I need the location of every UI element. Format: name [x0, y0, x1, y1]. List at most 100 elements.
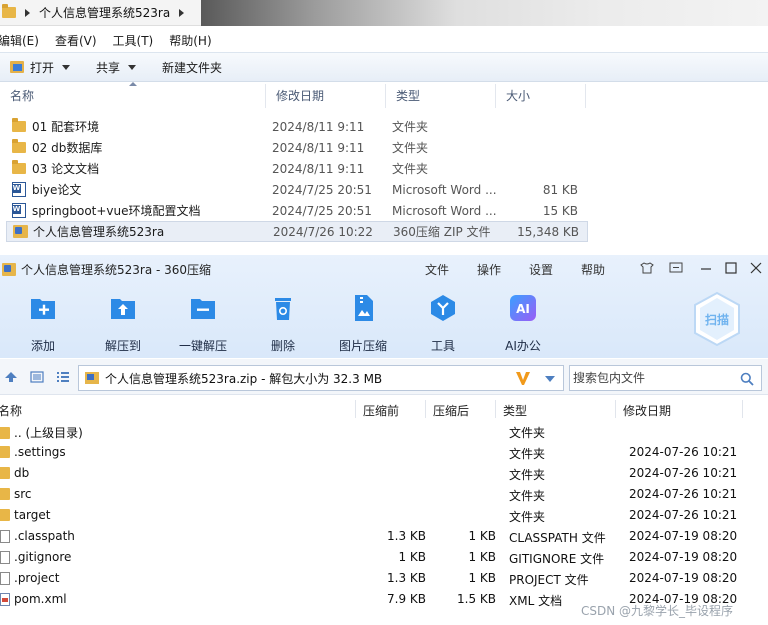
entry-size-after: 1 KB [468, 550, 496, 564]
explorer-file-list: 01 配套环境 2024/8/11 9:11 文件夹 02 db数据库 2024… [0, 116, 768, 242]
explorer-breadcrumb[interactable]: 个人信息管理系统523ra [0, 0, 202, 26]
extract-to-icon [111, 299, 135, 319]
feedback-icon[interactable] [669, 261, 683, 275]
ai-office-button[interactable]: AI AI办公 [483, 291, 563, 354]
one-click-extract-button[interactable]: 一键解压 [163, 291, 243, 354]
open-label: 打开 [30, 60, 55, 75]
chevron-right-icon[interactable] [25, 8, 30, 17]
tools-button[interactable]: 工具 [403, 291, 483, 354]
entry-type: 文件夹 [509, 489, 546, 503]
column-divider[interactable] [742, 400, 743, 418]
archive-search [569, 365, 762, 391]
new-folder-label: 新建文件夹 [162, 60, 223, 75]
zip-menu-operate[interactable]: 操作 [477, 261, 501, 278]
one-click-extract-label: 一键解压 [178, 339, 227, 353]
add-button[interactable]: 添加 [3, 291, 83, 354]
zip-menu-help[interactable]: 帮助 [581, 261, 605, 278]
breadcrumb-folder[interactable]: 个人信息管理系统523ra [39, 4, 170, 21]
entry-date: 2024-07-26 10:21 [629, 466, 738, 480]
table-row[interactable]: .. (上级目录) 文件夹 [0, 421, 768, 442]
search-input[interactable] [573, 371, 733, 385]
menu-help[interactable]: 帮助(H) [169, 32, 211, 49]
entry-type: 文件夹 [509, 468, 546, 482]
list-item[interactable]: 03 论文文档 2024/8/11 9:11 文件夹 [0, 158, 768, 179]
list-item[interactable]: biye论文 2024/7/25 20:51 Microsoft Word ..… [0, 179, 768, 200]
table-row[interactable]: src 文件夹 2024-07-26 10:21 [0, 484, 768, 505]
file-date: 2024/8/11 9:11 [272, 119, 365, 134]
maximize-icon[interactable] [724, 261, 738, 275]
entry-type: 文件夹 [509, 510, 546, 524]
new-folder-button[interactable]: 新建文件夹 [162, 59, 222, 76]
chevron-down-icon[interactable] [545, 376, 555, 382]
ai-office-label: AI办公 [505, 339, 541, 353]
column-compressed-after[interactable]: 压缩后 [433, 402, 469, 419]
column-name[interactable]: 名称 [0, 82, 266, 108]
column-name[interactable]: 名称 [0, 402, 22, 419]
table-row[interactable]: target 文件夹 2024-07-26 10:21 [0, 505, 768, 526]
open-button[interactable]: 打开 [0, 59, 71, 76]
column-size-label: 大小 [506, 89, 531, 103]
column-size[interactable]: 大小 [496, 84, 586, 108]
menu-edit[interactable]: 编辑(E) [0, 32, 39, 49]
list-item-selected[interactable]: 个人信息管理系统523ra 2024/7/26 10:22 360压缩 ZIP … [6, 221, 588, 242]
scan-button[interactable]: 扫描 [692, 291, 742, 347]
file-date: 2024/7/25 20:51 [272, 203, 372, 218]
word-document-icon [12, 182, 26, 197]
entry-date: 2024-07-19 08:20 [629, 550, 738, 564]
tools-label: 工具 [430, 339, 455, 353]
entry-type: 文件夹 [509, 447, 546, 461]
table-row[interactable]: .gitignore 1 KB 1 KB GITIGNORE 文件 2024-0… [0, 547, 768, 568]
list-item[interactable]: 02 db数据库 2024/8/11 9:11 文件夹 [0, 137, 768, 158]
column-date[interactable]: 修改日期 [266, 84, 386, 108]
table-row[interactable]: db 文件夹 2024-07-26 10:21 [0, 463, 768, 484]
skin-icon[interactable] [640, 261, 654, 275]
add-label: 添加 [30, 339, 55, 353]
share-button[interactable]: 共享 [96, 59, 137, 76]
folder-icon [12, 160, 26, 174]
column-type[interactable]: 类型 [386, 84, 496, 108]
ai-office-icon: AI [510, 295, 536, 321]
thumbnail-view-icon[interactable] [30, 371, 44, 383]
table-row[interactable]: .classpath 1.3 KB 1 KB CLASSPATH 文件 2024… [0, 526, 768, 547]
explorer-menu-bar: 编辑(E) 查看(V) 工具(T) 帮助(H) [0, 30, 768, 50]
zip-menu-file[interactable]: 文件 [425, 261, 449, 278]
folder-icon [0, 426, 10, 439]
column-divider[interactable] [615, 400, 616, 418]
v-logo-icon[interactable] [515, 371, 531, 386]
zip-menu-settings[interactable]: 设置 [529, 261, 553, 278]
entry-name: target [14, 508, 51, 522]
scan-label: 扫描 [705, 312, 729, 327]
list-item[interactable]: springboot+vue环境配置文档 2024/7/25 20:51 Mic… [0, 200, 768, 221]
chevron-right-icon[interactable] [179, 8, 185, 17]
file-name: biye论文 [32, 183, 82, 197]
column-divider[interactable] [425, 400, 426, 418]
close-icon[interactable] [749, 261, 763, 275]
list-item[interactable]: 01 配套环境 2024/8/11 9:11 文件夹 [0, 116, 768, 137]
extract-to-button[interactable]: 解压到 [83, 291, 163, 354]
menu-view[interactable]: 查看(V) [55, 32, 97, 49]
entry-name: src [14, 487, 32, 501]
entry-date: 2024-07-26 10:21 [629, 508, 738, 522]
delete-button[interactable]: 删除 [243, 291, 323, 354]
entry-size-before: 1.3 KB [387, 571, 426, 585]
entry-date: 2024-07-19 08:20 [629, 529, 738, 543]
folder-icon [0, 467, 10, 479]
archive-path-field[interactable]: 个人信息管理系统523ra.zip - 解包大小为 32.3 MB [78, 365, 564, 391]
zip-archive-icon [85, 372, 99, 384]
menu-tools[interactable]: 工具(T) [113, 32, 154, 49]
column-divider[interactable] [355, 400, 356, 418]
minimize-icon[interactable] [699, 261, 713, 275]
column-type[interactable]: 类型 [503, 402, 527, 419]
file-type: Microsoft Word ... [392, 203, 497, 218]
table-row[interactable]: .project 1.3 KB 1 KB PROJECT 文件 2024-07-… [0, 568, 768, 589]
image-compress-button[interactable]: 图片压缩 [323, 291, 403, 354]
search-icon[interactable] [740, 372, 754, 386]
table-row[interactable]: .settings 文件夹 2024-07-26 10:21 [0, 442, 768, 463]
column-divider[interactable] [495, 400, 496, 418]
list-view-icon[interactable] [56, 371, 70, 383]
column-date[interactable]: 修改日期 [623, 402, 671, 419]
column-compressed-before[interactable]: 压缩前 [363, 402, 399, 419]
up-arrow-icon[interactable] [4, 371, 18, 383]
add-icon [31, 299, 55, 319]
zip-address-bar: 个人信息管理系统523ra.zip - 解包大小为 32.3 MB [0, 359, 768, 395]
